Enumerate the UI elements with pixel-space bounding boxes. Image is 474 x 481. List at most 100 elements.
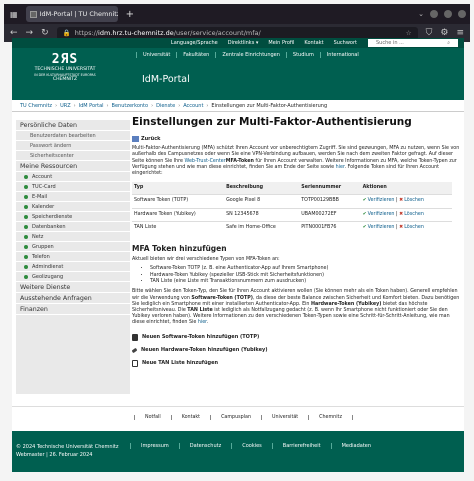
- topbar-profile[interactable]: Mein Profil: [263, 40, 299, 46]
- verify-link[interactable]: Verifizieren: [368, 225, 395, 231]
- sidebar-item-label: Admindienst: [32, 263, 64, 270]
- token-serial: UBAM00272EF: [299, 207, 361, 222]
- footer-nav-chemnitz[interactable]: Chemnitz: [308, 415, 353, 420]
- info-link[interactable]: hier: [336, 165, 345, 170]
- back-link[interactable]: Zurück: [132, 136, 462, 143]
- usb-key-icon: [131, 347, 138, 353]
- forward-icon[interactable]: →: [26, 28, 34, 38]
- delete-link[interactable]: Löschen: [404, 212, 424, 218]
- back-icon[interactable]: ←: [10, 28, 18, 38]
- webmaster-link[interactable]: Webmaster | 26. Februar 2024: [16, 451, 118, 459]
- new-tab-button[interactable]: +: [126, 9, 134, 20]
- footer-nav-universitaet[interactable]: Universität: [260, 415, 308, 420]
- footer-link-impressum[interactable]: Impressum: [130, 443, 179, 449]
- sidebar-item-speicherdienste[interactable]: Speicherdienste: [16, 212, 130, 222]
- table-row: Software Token (TOTP) Google Pixel 8 TOT…: [132, 194, 452, 209]
- delete-link[interactable]: Löschen: [404, 198, 424, 204]
- add-tan-button[interactable]: Neue TAN Liste hinzufügen: [132, 359, 462, 368]
- menu-icon[interactable]: ≡: [456, 28, 464, 38]
- web-trust-center-link[interactable]: Web-Trust-Center: [184, 159, 225, 164]
- breadcrumb-item[interactable]: Benutzerkonto: [112, 103, 149, 109]
- shield-icon[interactable]: ⛉: [426, 28, 433, 38]
- sidebar-item-netz[interactable]: Netz: [16, 232, 130, 242]
- sidebar-item-gruppen[interactable]: Gruppen: [16, 242, 130, 252]
- footer-link-barrierefreiheit[interactable]: Barrierefreiheit: [271, 443, 331, 449]
- token-type: Hardware Token (Yubikey): [132, 207, 225, 222]
- maximize-button[interactable]: [444, 10, 452, 18]
- sidebar-item-benutzerdaten[interactable]: Benutzerdaten bearbeiten: [16, 131, 130, 141]
- sidebar-section-weitere-dienste[interactable]: Weitere Dienste: [16, 282, 130, 293]
- header-nav-zentrale[interactable]: Zentrale Einrichtungen: [215, 52, 286, 58]
- breadcrumb-item[interactable]: TU Chemnitz: [20, 103, 52, 109]
- sidebar-item-account[interactable]: Account: [16, 172, 130, 182]
- status-dot-icon: [24, 204, 28, 209]
- column-header: Aktionen: [360, 182, 452, 195]
- sidebar-item-tuc-card[interactable]: TUC-Card: [16, 182, 130, 192]
- header-nav-studium[interactable]: Studium: [285, 52, 320, 58]
- topbar-direktlinks[interactable]: Direktlinks ▾: [223, 40, 264, 46]
- footer-nav-kontakt[interactable]: Kontakt: [170, 415, 210, 420]
- sidebar-section-ressourcen[interactable]: Meine Ressourcen: [16, 161, 130, 172]
- sidebar-section-finanzen[interactable]: Finanzen: [16, 304, 130, 315]
- token-actions: ✔ Verifizieren | ✖ Löschen: [360, 194, 452, 209]
- sidebar-item-kalender[interactable]: Kalender: [16, 202, 130, 212]
- add-yubikey-button[interactable]: Neuen Hardware-Token hinzufügen (Yubikey…: [131, 346, 462, 355]
- footer-link-mediadaten[interactable]: Mediadaten: [330, 443, 381, 449]
- token-type: TAN Liste: [132, 220, 225, 235]
- sidebar-item-telefon[interactable]: Telefon: [16, 252, 130, 262]
- browser-tab[interactable]: IdM-Portal | TU Chemnitz ×: [25, 6, 118, 22]
- intro-bold: MFA-Token: [225, 158, 254, 164]
- sidebar: Persönliche Daten Benutzerdaten bearbeit…: [16, 120, 130, 394]
- topbar-contact[interactable]: Kontakt: [299, 40, 328, 46]
- verify-link[interactable]: Verifizieren: [368, 212, 395, 218]
- list-item: TAN Liste (eine Liste mit Transaktionsnu…: [150, 279, 462, 285]
- breadcrumb-item[interactable]: Dienste: [156, 103, 175, 109]
- sidebar-item-geolizugang[interactable]: Geolizugang: [16, 272, 130, 282]
- sidebar-item-email[interactable]: E-Mail: [16, 192, 130, 202]
- delete-link[interactable]: Löschen: [404, 225, 424, 231]
- bookmark-star-icon[interactable]: ☆: [406, 29, 412, 37]
- footer-link-cookies[interactable]: Cookies: [231, 443, 272, 449]
- close-window-button[interactable]: [458, 10, 466, 18]
- sidebar-section-anfragen[interactable]: Ausstehende Anfragen: [16, 293, 130, 304]
- breadcrumb-item[interactable]: IdM Portal: [79, 103, 104, 109]
- checkmark-icon: ✔: [362, 198, 367, 204]
- reload-icon[interactable]: ↻: [41, 28, 49, 38]
- breadcrumb-item[interactable]: Account: [183, 103, 203, 109]
- header-nav: Universität Fakultäten Zentrale Einricht…: [136, 52, 365, 58]
- extensions-icon[interactable]: ⚙: [440, 28, 448, 38]
- sidebar-item-label: Gruppen: [32, 243, 54, 250]
- smartphone-icon: [132, 333, 138, 341]
- breadcrumb-current: Einstellungen zur Multi-Faktor-Authentis…: [211, 102, 328, 109]
- search-input[interactable]: Suche in ... ⌕: [368, 39, 458, 47]
- minimize-button[interactable]: [430, 10, 438, 18]
- sidebar-item-admindienst[interactable]: Admindienst: [16, 262, 130, 272]
- footer-nav-campusplan[interactable]: Campusplan: [210, 415, 261, 420]
- header-nav-international[interactable]: International: [319, 52, 365, 58]
- instructions-link[interactable]: hier: [198, 320, 207, 325]
- sidebar-item-datenbanken[interactable]: Datenbanken: [16, 222, 130, 232]
- sidebar-item-label: Kalender: [32, 203, 55, 210]
- search-placeholder: Suche in ...: [376, 40, 404, 46]
- footer-nav-notfall[interactable]: Notfall: [134, 415, 171, 420]
- verify-link[interactable]: Verifizieren: [368, 198, 395, 204]
- token-actions: ✔ Verifizieren | ✖ Löschen: [360, 220, 452, 235]
- header-nav-universitaet[interactable]: Universität: [136, 52, 176, 58]
- add-totp-button[interactable]: Neuen Software-Token hinzufügen (TOTP): [132, 333, 462, 342]
- sidebar-item-sicherheitscenter[interactable]: Sicherheitscenter: [16, 151, 130, 161]
- sidebar-item-passwort[interactable]: Passwort ändern: [16, 141, 130, 151]
- sidebar-item-label: Speicherdienste: [32, 213, 73, 220]
- breadcrumb-item[interactable]: URZ: [60, 103, 71, 109]
- search-icon[interactable]: ⌕: [442, 40, 455, 46]
- status-dot-icon: [24, 224, 28, 229]
- tab-overflow-icon[interactable]: ⌄: [418, 10, 424, 18]
- tab-list-icon[interactable]: ▦: [10, 10, 18, 19]
- topbar-language[interactable]: Language/Sprache: [166, 40, 223, 46]
- status-dot-icon: [24, 234, 28, 239]
- list-document-icon: [132, 359, 138, 367]
- header-nav-fakultaeten[interactable]: Fakultäten: [176, 52, 215, 58]
- sidebar-section-persoenliche-daten[interactable]: Persönliche Daten: [16, 120, 130, 131]
- footer-link-datenschutz[interactable]: Datenschutz: [178, 443, 231, 449]
- university-logo[interactable]: 2ЯS TECHNISCHE UNIVERSITÄT IN DER KULTUR…: [20, 52, 110, 98]
- column-header: Seriennummer: [299, 182, 361, 195]
